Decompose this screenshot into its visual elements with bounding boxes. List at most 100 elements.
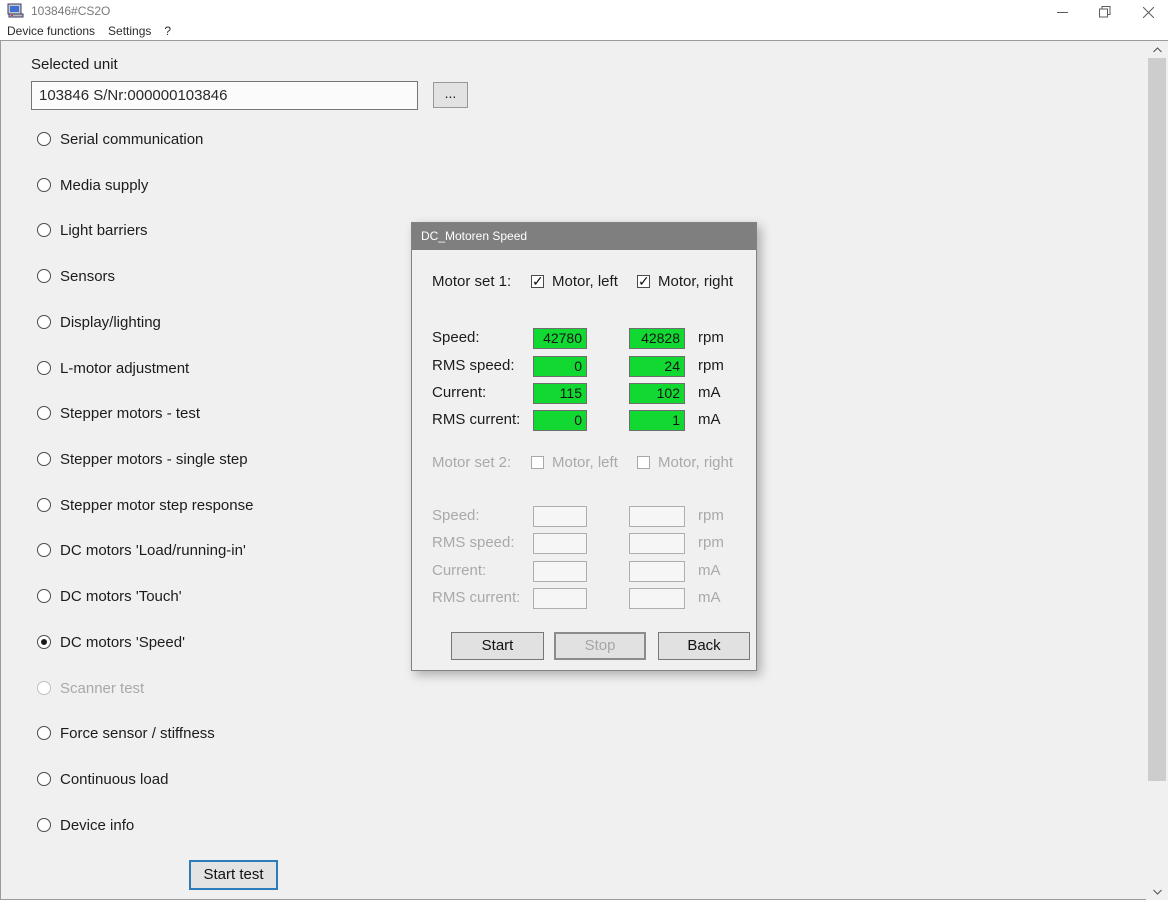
checkbox-label: Motor, right	[658, 273, 733, 290]
browse-button[interactable]: ...	[433, 82, 468, 108]
rms-current-unit: mA	[698, 589, 721, 606]
current-row-set2: Current: mA	[412, 561, 756, 582]
rms-speed-right-value: 24	[629, 356, 685, 377]
rms-current-row-set2: RMS current: mA	[412, 588, 756, 609]
test-option-stepper-motors-single-step[interactable]: Stepper motors - single step	[37, 449, 248, 469]
test-option-dc-motors-load-running-in[interactable]: DC motors 'Load/running-in'	[37, 540, 246, 560]
test-option-stepper-motor-step-response[interactable]: Stepper motor step response	[37, 495, 253, 515]
speed-left-value	[533, 506, 587, 527]
test-option-label: Scanner test	[60, 680, 144, 697]
test-option-label: Light barriers	[60, 222, 148, 239]
radio-icon	[37, 132, 51, 146]
test-option-label: Stepper motors - test	[60, 405, 200, 422]
motor-right-checkbox-set1[interactable]: Motor, right	[637, 273, 733, 290]
speed-row-set1: Speed: 42780 42828 rpm	[412, 328, 756, 349]
dialog-start-button[interactable]: Start	[451, 632, 544, 660]
rms-current-unit: mA	[698, 411, 721, 428]
radio-icon	[37, 818, 51, 832]
radio-icon	[37, 223, 51, 237]
radio-icon	[37, 315, 51, 329]
rms-speed-right-value	[629, 533, 685, 554]
radio-icon	[37, 269, 51, 283]
current-label: Current:	[432, 384, 486, 401]
minimize-button[interactable]	[1044, 0, 1080, 24]
rms-speed-unit: rpm	[698, 357, 724, 374]
start-test-button[interactable]: Start test	[189, 860, 278, 890]
current-left-value	[533, 561, 587, 582]
radio-icon	[37, 406, 51, 420]
test-option-label: Stepper motors - single step	[60, 451, 248, 468]
dialog-back-button[interactable]: Back	[658, 632, 750, 660]
current-right-value	[629, 561, 685, 582]
window-titlebar: 103846#CS2O	[0, 0, 1171, 22]
dialog-titlebar[interactable]: DC_Motoren Speed	[412, 223, 756, 250]
test-option-serial-communication[interactable]: Serial communication	[37, 129, 203, 149]
menu-bar: Device functions Settings ?	[0, 22, 1171, 40]
test-option-stepper-motors-test[interactable]: Stepper motors - test	[37, 403, 200, 423]
selected-unit-input[interactable]: 103846 S/Nr:000000103846	[31, 81, 418, 110]
test-option-l-motor-adjustment[interactable]: L-motor adjustment	[37, 358, 189, 378]
restore-button[interactable]	[1087, 0, 1123, 24]
test-option-label: DC motors 'Speed'	[60, 634, 185, 651]
scrollbar-up-button[interactable]	[1147, 41, 1167, 58]
menu-help[interactable]: ?	[164, 24, 171, 38]
test-option-continuous-load[interactable]: Continuous load	[37, 769, 168, 789]
motor-right-checkbox-set2: Motor, right	[637, 454, 733, 471]
test-option-label: Display/lighting	[60, 314, 161, 331]
test-option-device-info[interactable]: Device info	[37, 815, 134, 835]
test-option-scanner-test: Scanner test	[37, 678, 144, 698]
current-left-value: 115	[533, 383, 587, 404]
current-unit: mA	[698, 384, 721, 401]
test-option-light-barriers[interactable]: Light barriers	[37, 220, 148, 240]
test-option-label: Continuous load	[60, 771, 168, 788]
test-option-dc-motors-touch[interactable]: DC motors 'Touch'	[37, 586, 182, 606]
test-option-label: DC motors 'Touch'	[60, 588, 182, 605]
dialog-stop-button: Stop	[554, 632, 646, 660]
speed-unit: rpm	[698, 507, 724, 524]
close-button[interactable]	[1130, 0, 1166, 24]
dc-motors-speed-dialog: DC_Motoren Speed Motor set 1: Motor, lef…	[411, 222, 757, 671]
current-unit: mA	[698, 562, 721, 579]
radio-icon	[37, 361, 51, 375]
rms-speed-left-value: 0	[533, 356, 587, 377]
rms-current-right-value	[629, 588, 685, 609]
scrollbar-down-button[interactable]	[1147, 883, 1167, 900]
motor-left-checkbox-set2: Motor, left	[531, 454, 618, 471]
radio-icon	[37, 178, 51, 192]
radio-icon	[37, 543, 51, 557]
speed-left-value: 42780	[533, 328, 587, 349]
motor-left-checkbox-set1[interactable]: Motor, left	[531, 273, 618, 290]
restore-icon	[1099, 6, 1111, 18]
rms-speed-row-set1: RMS speed: 0 24 rpm	[412, 356, 756, 377]
test-option-label: Serial communication	[60, 131, 203, 148]
minimize-icon	[1057, 7, 1068, 18]
menu-settings[interactable]: Settings	[108, 24, 151, 38]
rms-speed-label: RMS speed:	[432, 534, 515, 551]
rms-current-right-value: 1	[629, 410, 685, 431]
test-option-label: Device info	[60, 817, 134, 834]
test-option-label: L-motor adjustment	[60, 360, 189, 377]
checkbox-checked-icon	[637, 275, 650, 288]
checkbox-label: Motor, left	[552, 454, 618, 471]
scrollbar-thumb[interactable]	[1148, 58, 1166, 781]
app-icon	[7, 3, 24, 19]
current-label: Current:	[432, 562, 486, 579]
rms-current-label: RMS current:	[432, 589, 520, 606]
rms-speed-left-value	[533, 533, 587, 554]
test-option-dc-motors-speed[interactable]: DC motors 'Speed'	[37, 632, 185, 652]
radio-icon	[37, 452, 51, 466]
window-title: 103846#CS2O	[31, 4, 110, 18]
test-option-label: DC motors 'Load/running-in'	[60, 542, 246, 559]
speed-unit: rpm	[698, 329, 724, 346]
rms-current-left-value: 0	[533, 410, 587, 431]
motor-set-1-label: Motor set 1:	[432, 273, 511, 290]
speed-row-set2: Speed: rpm	[412, 506, 756, 527]
current-row-set1: Current: 115 102 mA	[412, 383, 756, 404]
test-option-media-supply[interactable]: Media supply	[37, 175, 148, 195]
radio-icon	[37, 726, 51, 740]
checkbox-checked-icon	[531, 275, 544, 288]
test-option-display-lighting[interactable]: Display/lighting	[37, 312, 161, 332]
test-option-sensors[interactable]: Sensors	[37, 266, 115, 286]
test-option-force-sensor-stiffness[interactable]: Force sensor / stiffness	[37, 723, 215, 743]
menu-device-functions[interactable]: Device functions	[7, 24, 95, 38]
